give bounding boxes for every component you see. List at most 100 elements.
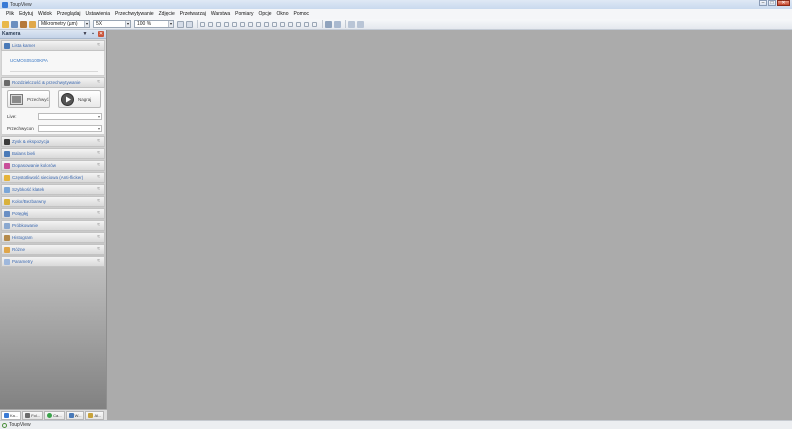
- minimize-button[interactable]: –: [759, 0, 767, 6]
- section-bit-depth[interactable]: Potęgłęj ≈: [1, 208, 105, 219]
- section-sampling[interactable]: Próbkowanie ≈: [1, 220, 105, 231]
- section-label: Zysk & ekspozycja: [12, 139, 50, 144]
- ellipse-icon[interactable]: [256, 21, 261, 27]
- expand-icon[interactable]: ≈: [97, 211, 100, 216]
- pin-icon[interactable]: ▼: [82, 31, 88, 37]
- camera-device-link[interactable]: UCMOS05100KPA: [10, 58, 48, 63]
- expand-icon[interactable]: ≈: [97, 235, 100, 240]
- grid-icon[interactable]: [312, 21, 317, 27]
- polyline-icon[interactable]: [232, 21, 237, 27]
- menu-setup[interactable]: Ustawienia: [86, 11, 110, 17]
- zoom-select[interactable]: 100 % ▾: [134, 20, 174, 28]
- save-icon[interactable]: [11, 20, 18, 28]
- app-icon: [2, 1, 8, 8]
- section-camera-list[interactable]: Lista kamer ≈: [1, 40, 105, 51]
- section-parameters[interactable]: Parametry ≈: [1, 256, 105, 267]
- record-button[interactable]: Nagraj: [58, 90, 101, 108]
- section-anti-flicker[interactable]: Częstotliwość sieciowa (Anti-flicker) ≈: [1, 172, 105, 183]
- unit-select[interactable]: Mikrometry (µm) ▾: [38, 20, 90, 28]
- line-icon[interactable]: [224, 21, 229, 27]
- actual-size-icon[interactable]: [186, 20, 193, 28]
- section-label: Lista kamer: [12, 43, 36, 48]
- scale-bar-icon[interactable]: [304, 21, 309, 27]
- section-color-adjust[interactable]: Dopasowanie kolorów ≈: [1, 160, 105, 171]
- calibration-icon: [47, 412, 53, 418]
- fit-window-icon[interactable]: [177, 20, 184, 28]
- close-button[interactable]: ✕: [777, 0, 790, 6]
- menu-image[interactable]: Zdjęcie: [159, 11, 175, 17]
- tile-windows-icon[interactable]: [348, 20, 355, 28]
- section-resolution-capture[interactable]: Rozdzielczość & przechwytywanie ≈: [1, 77, 105, 88]
- expand-icon[interactable]: ≈: [97, 259, 100, 264]
- arc-icon[interactable]: [272, 21, 277, 27]
- menu-browse[interactable]: Przeglądaj: [57, 11, 81, 17]
- cascade-windows-icon[interactable]: [357, 20, 364, 28]
- angle-icon[interactable]: [240, 21, 245, 27]
- menu-file[interactable]: Plik: [6, 11, 14, 17]
- expand-icon[interactable]: ≈: [97, 187, 100, 192]
- browse-folder-icon[interactable]: [29, 20, 36, 28]
- expand-icon[interactable]: ≈: [97, 139, 100, 144]
- maximize-button[interactable]: □: [768, 0, 776, 6]
- menu-layer[interactable]: Warstwa: [211, 11, 230, 17]
- image-workspace[interactable]: [107, 30, 792, 420]
- tab-camera[interactable]: Ka...: [1, 410, 22, 420]
- expand-icon[interactable]: ≈: [97, 151, 100, 156]
- snap-button[interactable]: Przechwyć: [7, 90, 50, 108]
- dock-icon[interactable]: ▪: [90, 31, 96, 37]
- section-white-balance[interactable]: Balans bieli ≈: [1, 148, 105, 159]
- menu-help[interactable]: Pomoc: [294, 11, 310, 17]
- section-label: Różne: [12, 247, 26, 252]
- sidebar-icon[interactable]: [334, 20, 341, 28]
- section-color-mono[interactable]: Kolor/Bezbarwny ≈: [1, 196, 105, 207]
- rectangle-icon[interactable]: [248, 21, 253, 27]
- pointer-icon[interactable]: [208, 21, 213, 27]
- circle-icon[interactable]: [264, 21, 269, 27]
- menu-options[interactable]: Opcje: [258, 11, 271, 17]
- menu-window[interactable]: Okno: [277, 11, 289, 17]
- section-label: Balans bieli: [12, 151, 36, 156]
- collapse-icon[interactable]: ≈: [97, 43, 100, 48]
- menu-process[interactable]: Przetwarzaj: [180, 11, 206, 17]
- point-icon[interactable]: [216, 21, 221, 27]
- open-folder-icon[interactable]: [2, 20, 9, 28]
- expand-icon[interactable]: ≈: [97, 247, 100, 252]
- section-label: Potęgłęj: [12, 211, 29, 216]
- section-label: Szybkość klatek: [12, 187, 45, 192]
- collapse-icon[interactable]: ≈: [97, 80, 100, 85]
- expand-icon[interactable]: ≈: [97, 175, 100, 180]
- menu-view[interactable]: Widok: [38, 11, 52, 17]
- menu-edit[interactable]: Edytuj: [19, 11, 33, 17]
- panel-header: Kamera ▼ ▪ ✕: [0, 30, 106, 39]
- capture-resolution-select[interactable]: ▾: [38, 125, 102, 132]
- capture-row: Przechwycon ▾: [7, 125, 102, 132]
- tab-album[interactable]: Al...: [85, 410, 105, 420]
- expand-icon[interactable]: ≈: [97, 223, 100, 228]
- window-title: ToupView: [10, 1, 32, 8]
- chevron-down-icon: ▾: [125, 21, 130, 27]
- panel-close-icon[interactable]: ✕: [98, 31, 104, 37]
- menu-capture[interactable]: Przechwytywanie: [115, 11, 154, 17]
- curve-icon[interactable]: [288, 21, 293, 27]
- tab-folders[interactable]: Fol...: [22, 410, 44, 420]
- layers-icon[interactable]: [325, 20, 332, 28]
- capture-label: Przechwycon: [7, 126, 34, 131]
- section-frame-speed[interactable]: Szybkość klatek ≈: [1, 184, 105, 195]
- select-arrow-icon[interactable]: [200, 21, 205, 27]
- tab-layers[interactable]: W...: [65, 410, 85, 420]
- menu-measurement[interactable]: Pomiary: [235, 11, 253, 17]
- section-other[interactable]: Różne ≈: [1, 244, 105, 255]
- expand-icon[interactable]: ≈: [97, 199, 100, 204]
- tab-calibration[interactable]: Ca...: [44, 410, 65, 420]
- speed-icon: [4, 186, 10, 193]
- print-icon[interactable]: [20, 20, 27, 28]
- section-exposure[interactable]: Zysk & ekspozycja ≈: [1, 136, 105, 147]
- camera-panel: Kamera ▼ ▪ ✕ Lista kamer ≈ UCMOS05100KPA…: [0, 30, 107, 420]
- polygon-icon[interactable]: [280, 21, 285, 27]
- live-resolution-select[interactable]: ▾: [38, 113, 102, 120]
- expand-icon[interactable]: ≈: [97, 163, 100, 168]
- annotation-icon[interactable]: [296, 21, 301, 27]
- magnification-select[interactable]: 5X ▾: [93, 20, 131, 28]
- histogram-icon: [4, 234, 10, 241]
- section-histogram[interactable]: Histogram ≈: [1, 232, 105, 243]
